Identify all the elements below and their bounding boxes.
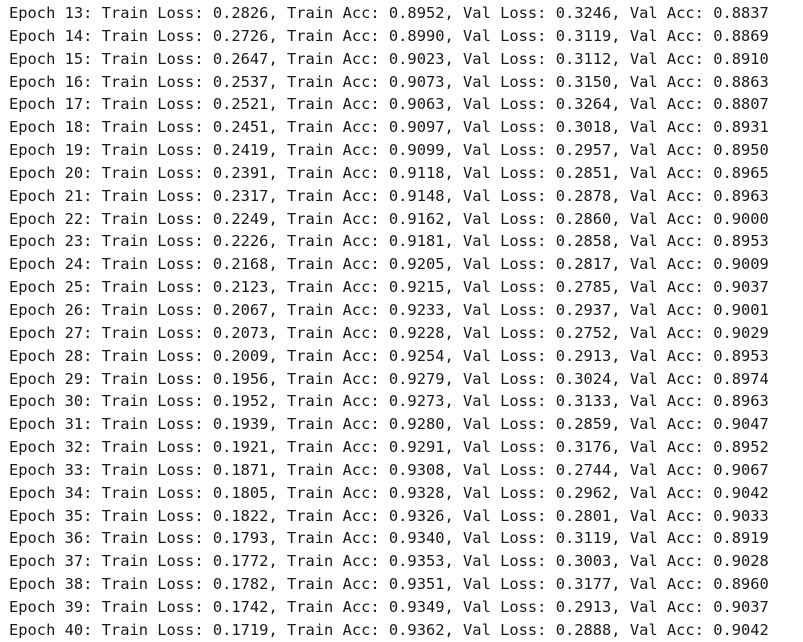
log-line: Epoch 34: Train Loss: 0.1805, Train Acc:… [9, 483, 769, 502]
log-line: Epoch 14: Train Loss: 0.2726, Train Acc:… [9, 26, 769, 45]
log-line: Epoch 21: Train Loss: 0.2317, Train Acc:… [9, 186, 769, 205]
log-line: Epoch 40: Train Loss: 0.1719, Train Acc:… [9, 620, 769, 639]
log-line: Epoch 39: Train Loss: 0.1742, Train Acc:… [9, 597, 769, 616]
log-line: Epoch 31: Train Loss: 0.1939, Train Acc:… [9, 415, 769, 434]
log-line: Epoch 20: Train Loss: 0.2391, Train Acc:… [9, 163, 769, 182]
log-line: Epoch 26: Train Loss: 0.2067, Train Acc:… [9, 300, 769, 319]
log-line: Epoch 27: Train Loss: 0.2073, Train Acc:… [9, 323, 769, 342]
training-log-output: Epoch 13: Train Loss: 0.2826, Train Acc:… [9, 2, 801, 642]
log-line: Epoch 22: Train Loss: 0.2249, Train Acc:… [9, 209, 769, 228]
log-line: Epoch 37: Train Loss: 0.1772, Train Acc:… [9, 552, 769, 571]
log-line: Epoch 32: Train Loss: 0.1921, Train Acc:… [9, 438, 769, 457]
log-line: Epoch 25: Train Loss: 0.2123, Train Acc:… [9, 278, 769, 297]
log-line: Epoch 19: Train Loss: 0.2419, Train Acc:… [9, 141, 769, 160]
log-line: Epoch 16: Train Loss: 0.2537, Train Acc:… [9, 72, 769, 91]
log-line: Epoch 13: Train Loss: 0.2826, Train Acc:… [9, 4, 769, 22]
log-line: Epoch 30: Train Loss: 0.1952, Train Acc:… [9, 392, 769, 411]
log-line: Epoch 18: Train Loss: 0.2451, Train Acc:… [9, 118, 769, 137]
log-line: Epoch 15: Train Loss: 0.2647, Train Acc:… [9, 49, 769, 68]
log-line: Epoch 29: Train Loss: 0.1956, Train Acc:… [9, 369, 769, 388]
log-line: Epoch 36: Train Loss: 0.1793, Train Acc:… [9, 529, 769, 548]
log-line: Epoch 33: Train Loss: 0.1871, Train Acc:… [9, 460, 769, 479]
log-line: Epoch 17: Train Loss: 0.2521, Train Acc:… [9, 95, 769, 114]
log-line: Epoch 23: Train Loss: 0.2226, Train Acc:… [9, 232, 769, 251]
log-line: Epoch 24: Train Loss: 0.2168, Train Acc:… [9, 255, 769, 274]
log-line: Epoch 38: Train Loss: 0.1782, Train Acc:… [9, 575, 769, 594]
log-line: Epoch 35: Train Loss: 0.1822, Train Acc:… [9, 506, 769, 525]
log-line: Epoch 28: Train Loss: 0.2009, Train Acc:… [9, 346, 769, 365]
